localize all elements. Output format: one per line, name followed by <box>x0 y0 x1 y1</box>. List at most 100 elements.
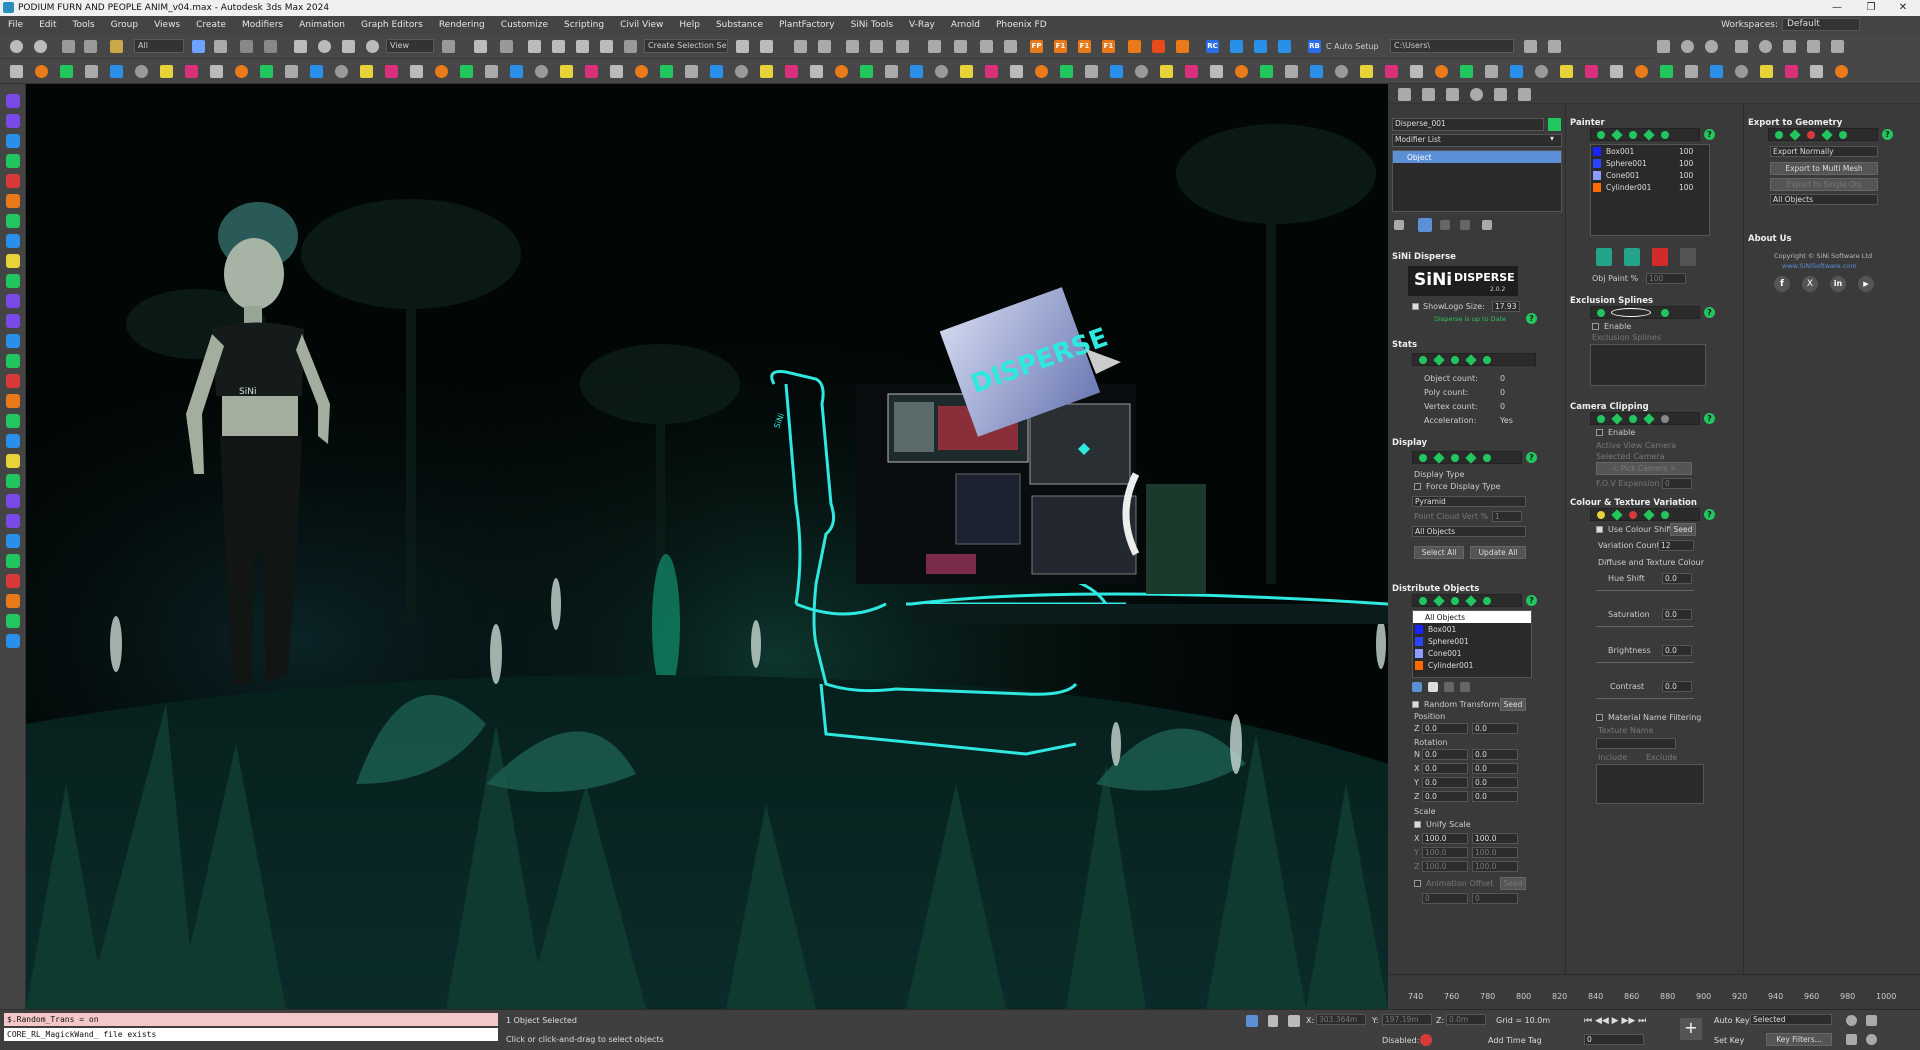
scale-z-max-field[interactable]: 100.0 <box>1472 861 1518 872</box>
toolbar-tool-icon[interactable] <box>960 65 973 78</box>
distribute-green-dot-icon-b[interactable] <box>1451 597 1459 605</box>
unify-scale-checkbox[interactable] <box>1414 821 1421 828</box>
distribute-item[interactable]: Box001 <box>1413 623 1531 635</box>
position-z-max-field[interactable]: 0.0 <box>1472 723 1518 734</box>
edit-named-sets-icon[interactable] <box>624 40 637 53</box>
key-filters-button[interactable]: Key Filters... <box>1766 1033 1832 1046</box>
left-tool-icon[interactable] <box>6 394 20 408</box>
absolute-mode-icon[interactable] <box>1288 1015 1300 1027</box>
viewport-tool-icon-d[interactable] <box>1735 40 1748 53</box>
camera-help-icon[interactable]: ? <box>1704 413 1715 424</box>
close-button[interactable]: ✕ <box>1886 0 1920 16</box>
camera-green-dot-icon[interactable] <box>1597 415 1605 423</box>
export-objects-dropdown[interactable]: All Objects <box>1770 194 1878 205</box>
show-logo-checkbox[interactable] <box>1412 303 1419 310</box>
menu-graph-editors[interactable]: Graph Editors <box>353 20 431 30</box>
toolbar-tool-icon[interactable] <box>1485 65 1498 78</box>
toolbar-tool-icon[interactable] <box>710 65 723 78</box>
about-header[interactable]: About Us <box>1748 234 1792 244</box>
toolbar-tool-icon[interactable] <box>1560 65 1573 78</box>
modify-tab-icon[interactable] <box>1422 88 1435 101</box>
utilities-tab-icon[interactable] <box>1518 88 1531 101</box>
exclusion-splines-list[interactable] <box>1590 344 1706 386</box>
stats-header[interactable]: Stats <box>1392 340 1417 350</box>
left-tool-icon[interactable] <box>6 454 20 468</box>
ribbon-icon[interactable] <box>846 40 859 53</box>
toolbar-tool-icon[interactable] <box>985 65 998 78</box>
rotation-x-min-field[interactable]: 0.0 <box>1422 763 1468 774</box>
toolbar-tool-icon[interactable] <box>685 65 698 78</box>
painter-green-dot-icon-c[interactable] <box>1661 131 1669 139</box>
add-list-icon[interactable] <box>1428 682 1438 692</box>
force-display-checkbox[interactable] <box>1414 483 1421 490</box>
menu-rendering[interactable]: Rendering <box>431 20 493 30</box>
toolbar-tool-icon[interactable] <box>885 65 898 78</box>
display-objects-dropdown[interactable]: All Objects <box>1412 526 1526 537</box>
youtube-icon[interactable]: ▶ <box>1858 276 1874 292</box>
toolbar-tool-icon[interactable] <box>860 65 873 78</box>
toolbar-tool-icon[interactable] <box>1660 65 1673 78</box>
toolbar-tool-icon[interactable] <box>510 65 523 78</box>
scale-y-max-field[interactable]: 100.0 <box>1472 847 1518 858</box>
left-tool-icon[interactable] <box>6 494 20 508</box>
distribute-item[interactable]: Cylinder001 <box>1413 659 1531 671</box>
toolbar-tool-icon[interactable] <box>160 65 173 78</box>
toolbar-tool-icon[interactable] <box>335 65 348 78</box>
display-help-icon[interactable]: ? <box>1526 452 1537 463</box>
snap-toggle-icon[interactable] <box>528 40 541 53</box>
hue-shift-field[interactable]: 0.0 <box>1662 573 1692 584</box>
left-tool-icon[interactable] <box>6 94 20 108</box>
toolbar-tool-icon[interactable] <box>1585 65 1598 78</box>
update-all-button[interactable]: Update All <box>1470 546 1526 559</box>
painter-help-icon[interactable]: ? <box>1704 129 1715 140</box>
export-red-dot-icon[interactable] <box>1807 131 1815 139</box>
toolbar-tool-icon[interactable] <box>1310 65 1323 78</box>
select-by-name-icon[interactable] <box>214 40 227 53</box>
random-transform-checkbox[interactable] <box>1412 701 1419 708</box>
left-tool-icon[interactable] <box>6 154 20 168</box>
pan-icon[interactable] <box>1846 1034 1857 1045</box>
painter-item[interactable]: Sphere001 100 <box>1591 157 1709 169</box>
obj-paint-field[interactable]: 100 <box>1646 273 1686 284</box>
select-all-button[interactable]: Select All <box>1414 546 1464 559</box>
toolbar-tool-icon[interactable] <box>1435 65 1448 78</box>
hierarchy-tab-icon[interactable] <box>1446 88 1459 101</box>
viewport[interactable]: SiNi DISPERSE SiNi <box>26 84 1388 1009</box>
exclusion-green-dot-icon-b[interactable] <box>1661 309 1669 317</box>
left-tool-icon[interactable] <box>6 214 20 228</box>
distribute-green-diamond-icon-a[interactable] <box>1433 595 1445 607</box>
place-icon[interactable] <box>366 40 379 53</box>
toolbar-tool-icon[interactable] <box>1110 65 1123 78</box>
project-open-icon[interactable] <box>1548 40 1561 53</box>
window-crossing-icon[interactable] <box>264 40 277 53</box>
link-icon[interactable] <box>62 40 75 53</box>
move-icon[interactable] <box>294 40 307 53</box>
timeline-ruler[interactable]: 740 760 780 800 820 840 860 880 900 920 … <box>1388 974 1920 1009</box>
menu-substance[interactable]: Substance <box>708 20 771 30</box>
toolbar-tool-icon[interactable] <box>1760 65 1773 78</box>
menu-help[interactable]: Help <box>671 20 708 30</box>
project-path-dropdown[interactable]: C:\Users\ <box>1390 39 1514 53</box>
left-tool-icon[interactable] <box>6 354 20 368</box>
selected-camera-radio[interactable]: Selected Camera <box>1596 452 1665 461</box>
adaptive-degradation-icon[interactable] <box>1420 1034 1432 1046</box>
colour-variation-header[interactable]: Colour & Texture Variation <box>1570 498 1697 508</box>
reference-coord-dropdown[interactable]: View <box>386 39 434 53</box>
toolbar-tool-icon[interactable] <box>410 65 423 78</box>
left-tool-icon[interactable] <box>6 194 20 208</box>
animation-offset-min-field[interactable]: 0 <box>1422 893 1468 904</box>
zoom-all-icon[interactable] <box>1866 1015 1877 1026</box>
toolbar-tool-icon[interactable] <box>1085 65 1098 78</box>
menu-file[interactable]: File <box>0 20 31 30</box>
stats-green-dot-icon-c[interactable] <box>1483 356 1491 364</box>
bind-space-warp-icon[interactable] <box>110 40 123 53</box>
toolbar-tool-icon[interactable] <box>1335 65 1348 78</box>
left-tool-icon[interactable] <box>6 274 20 288</box>
menu-edit[interactable]: Edit <box>31 20 64 30</box>
left-tool-icon[interactable] <box>6 614 20 628</box>
menu-tools[interactable]: Tools <box>65 20 103 30</box>
object-color-swatch[interactable] <box>1548 118 1561 131</box>
use-colour-shift-checkbox[interactable] <box>1596 526 1603 533</box>
toolbar-tool-icon[interactable] <box>1185 65 1198 78</box>
rect-selection-icon[interactable] <box>240 40 253 53</box>
